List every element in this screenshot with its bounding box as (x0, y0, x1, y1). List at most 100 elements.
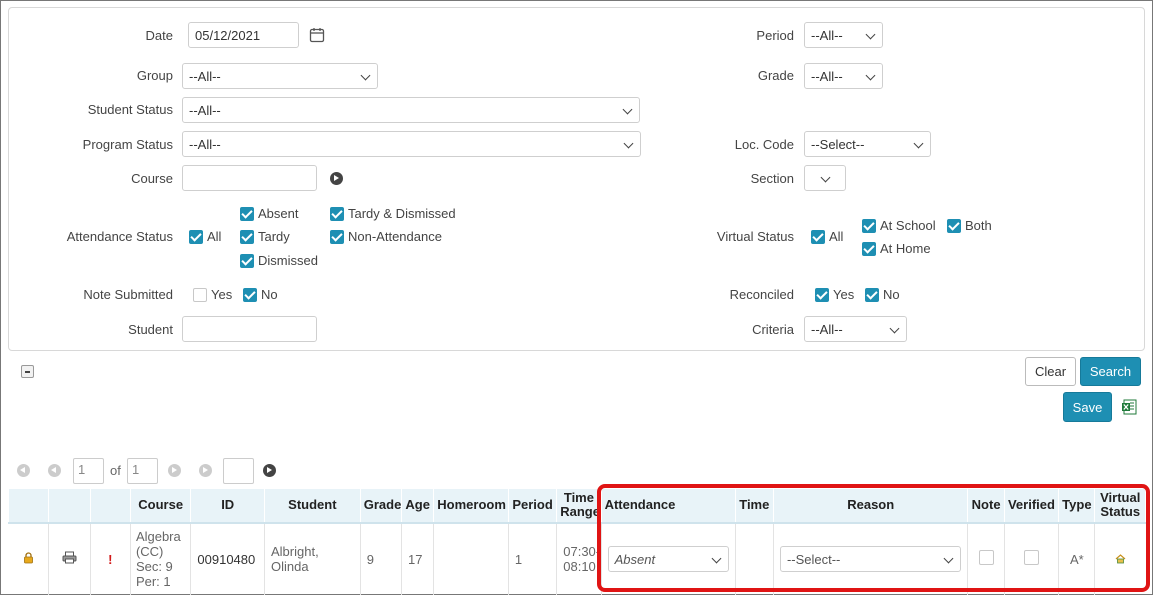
header-student[interactable]: Student (263, 488, 361, 524)
attendance-all-checkbox[interactable]: All (189, 229, 221, 244)
checkbox-unchecked-icon (193, 287, 207, 302)
next-page-icon[interactable] (168, 464, 181, 477)
header-period[interactable]: Period (507, 488, 558, 524)
header-homeroom[interactable]: Homeroom (433, 488, 509, 524)
page-number-input[interactable]: 1 (73, 458, 104, 484)
attendance-absent-checkbox[interactable]: Absent (240, 206, 298, 221)
excel-export-icon[interactable] (1121, 399, 1137, 415)
loc-code-select[interactable]: --Select-- (804, 131, 931, 157)
header-verified[interactable]: Verified (1003, 488, 1060, 524)
header-course[interactable]: Course (129, 488, 192, 524)
table-header-row: Course ID Student Grade Age Homeroom Per… (7, 488, 1146, 524)
note-submitted-yes-checkbox[interactable]: Yes (193, 287, 232, 302)
virtual-at-school-checkbox[interactable]: At School (862, 218, 936, 233)
chevron-down-icon (820, 173, 831, 184)
program-status-select[interactable]: --All-- (182, 131, 641, 157)
header-time-range[interactable]: Time Range (556, 488, 602, 524)
printer-icon[interactable] (62, 551, 77, 564)
go-page-play-icon[interactable] (263, 464, 276, 477)
course-lookup-play-icon[interactable] (330, 172, 343, 185)
attendance-non-attendance-label: Non-Attendance (348, 229, 442, 244)
reconciled-no-label: No (883, 287, 900, 302)
criteria-select[interactable]: --All-- (804, 316, 907, 342)
collapse-icon[interactable] (21, 365, 34, 378)
reconciled-yes-label: Yes (833, 287, 855, 302)
note-checkbox[interactable] (978, 550, 994, 565)
reason-cell: --Select-- (773, 522, 969, 595)
attendance-tardy-dismissed-checkbox[interactable]: Tardy & Dismissed (330, 206, 456, 221)
header-attendance[interactable]: Attendance (600, 488, 736, 524)
time-cell[interactable] (735, 522, 774, 595)
header-grade[interactable]: Grade (359, 488, 403, 524)
calendar-icon[interactable] (309, 27, 325, 43)
virtual-at-home-checkbox[interactable]: At Home (862, 241, 931, 256)
chevron-down-icon (622, 105, 633, 116)
checkbox-checked-icon (947, 218, 961, 233)
virtual-all-label: All (829, 229, 844, 244)
reason-select[interactable]: --Select-- (779, 546, 962, 572)
age-cell: 17 (401, 522, 435, 595)
previous-page-icon[interactable] (48, 464, 61, 477)
id-cell: 00910480 (190, 522, 265, 595)
course-input[interactable] (182, 165, 317, 191)
attendance-non-attendance-checkbox[interactable]: Non-Attendance (330, 229, 442, 244)
virtual-both-label: Both (965, 218, 992, 233)
period-select[interactable]: --All-- (804, 22, 883, 48)
checkbox-checked-icon (811, 229, 825, 244)
exclamation-alert-icon[interactable]: ! (108, 552, 112, 567)
attendance-tardy-checkbox[interactable]: Tardy (240, 229, 290, 244)
virtual-all-checkbox[interactable]: All (811, 229, 843, 244)
verified-checkbox[interactable] (1023, 550, 1039, 565)
reconciled-yes-checkbox[interactable]: Yes (815, 287, 854, 302)
page-number-value: 1 (78, 462, 86, 477)
date-label: Date (145, 28, 173, 43)
student-status-select[interactable]: --All-- (182, 97, 640, 123)
note-no-label: No (261, 287, 278, 302)
type-cell: A* (1058, 522, 1096, 595)
first-page-icon[interactable] (17, 464, 30, 477)
header-id[interactable]: ID (190, 488, 265, 524)
attendance-table: Course ID Student Grade Age Homeroom Per… (7, 488, 1146, 595)
checkbox-checked-icon (862, 218, 876, 233)
table-row: ! Algebra (CC) Sec: 9 Per: 1 00910480 Al… (8, 522, 1146, 595)
chevron-down-icon (913, 139, 924, 150)
reconciled-no-checkbox[interactable]: No (865, 287, 900, 302)
chevron-down-icon (623, 139, 634, 150)
header-note[interactable]: Note (967, 488, 1005, 524)
header-print-col (48, 488, 91, 524)
group-label: Group (136, 68, 173, 83)
chevron-down-icon (865, 30, 876, 41)
clear-button[interactable]: Clear (1025, 357, 1076, 386)
attendance-select[interactable]: Absent (607, 546, 729, 572)
program-status-value: --All-- (189, 136, 221, 152)
attendance-status-label: Attendance Status (66, 229, 173, 244)
student-input[interactable] (182, 316, 317, 342)
grade-select[interactable]: --All-- (804, 63, 883, 89)
header-time[interactable]: Time (734, 488, 774, 524)
virtual-both-checkbox[interactable]: Both (947, 218, 992, 233)
date-input[interactable]: 05/12/2021 (188, 22, 299, 48)
filter-panel: Date 05/12/2021 Group --All-- Student St… (8, 7, 1145, 351)
attendance-dismissed-checkbox[interactable]: Dismissed (240, 253, 318, 268)
header-reason[interactable]: Reason (772, 488, 969, 524)
period-label: Period (756, 28, 794, 43)
program-status-label: Program Status (82, 137, 173, 152)
group-select[interactable]: --All-- (182, 63, 378, 89)
note-submitted-no-checkbox[interactable]: No (243, 287, 278, 302)
lock-icon[interactable] (23, 551, 34, 564)
header-age[interactable]: Age (401, 488, 435, 524)
section-label: Section (750, 171, 794, 186)
page-size-input[interactable] (223, 458, 254, 484)
header-virtual-status[interactable]: Virtual Status (1094, 488, 1146, 524)
header-type[interactable]: Type (1058, 488, 1096, 524)
search-button[interactable]: Search (1080, 357, 1141, 386)
student-label: Student (128, 322, 173, 337)
virtual-status-label: Virtual Status (716, 229, 794, 244)
period-value: --All-- (811, 27, 843, 43)
header-alert-col (89, 488, 131, 524)
section-select[interactable] (804, 165, 846, 191)
save-button[interactable]: Save (1063, 392, 1112, 422)
pager-of-label: of (110, 463, 121, 478)
lock-cell (8, 522, 50, 595)
last-page-icon[interactable] (199, 464, 212, 477)
